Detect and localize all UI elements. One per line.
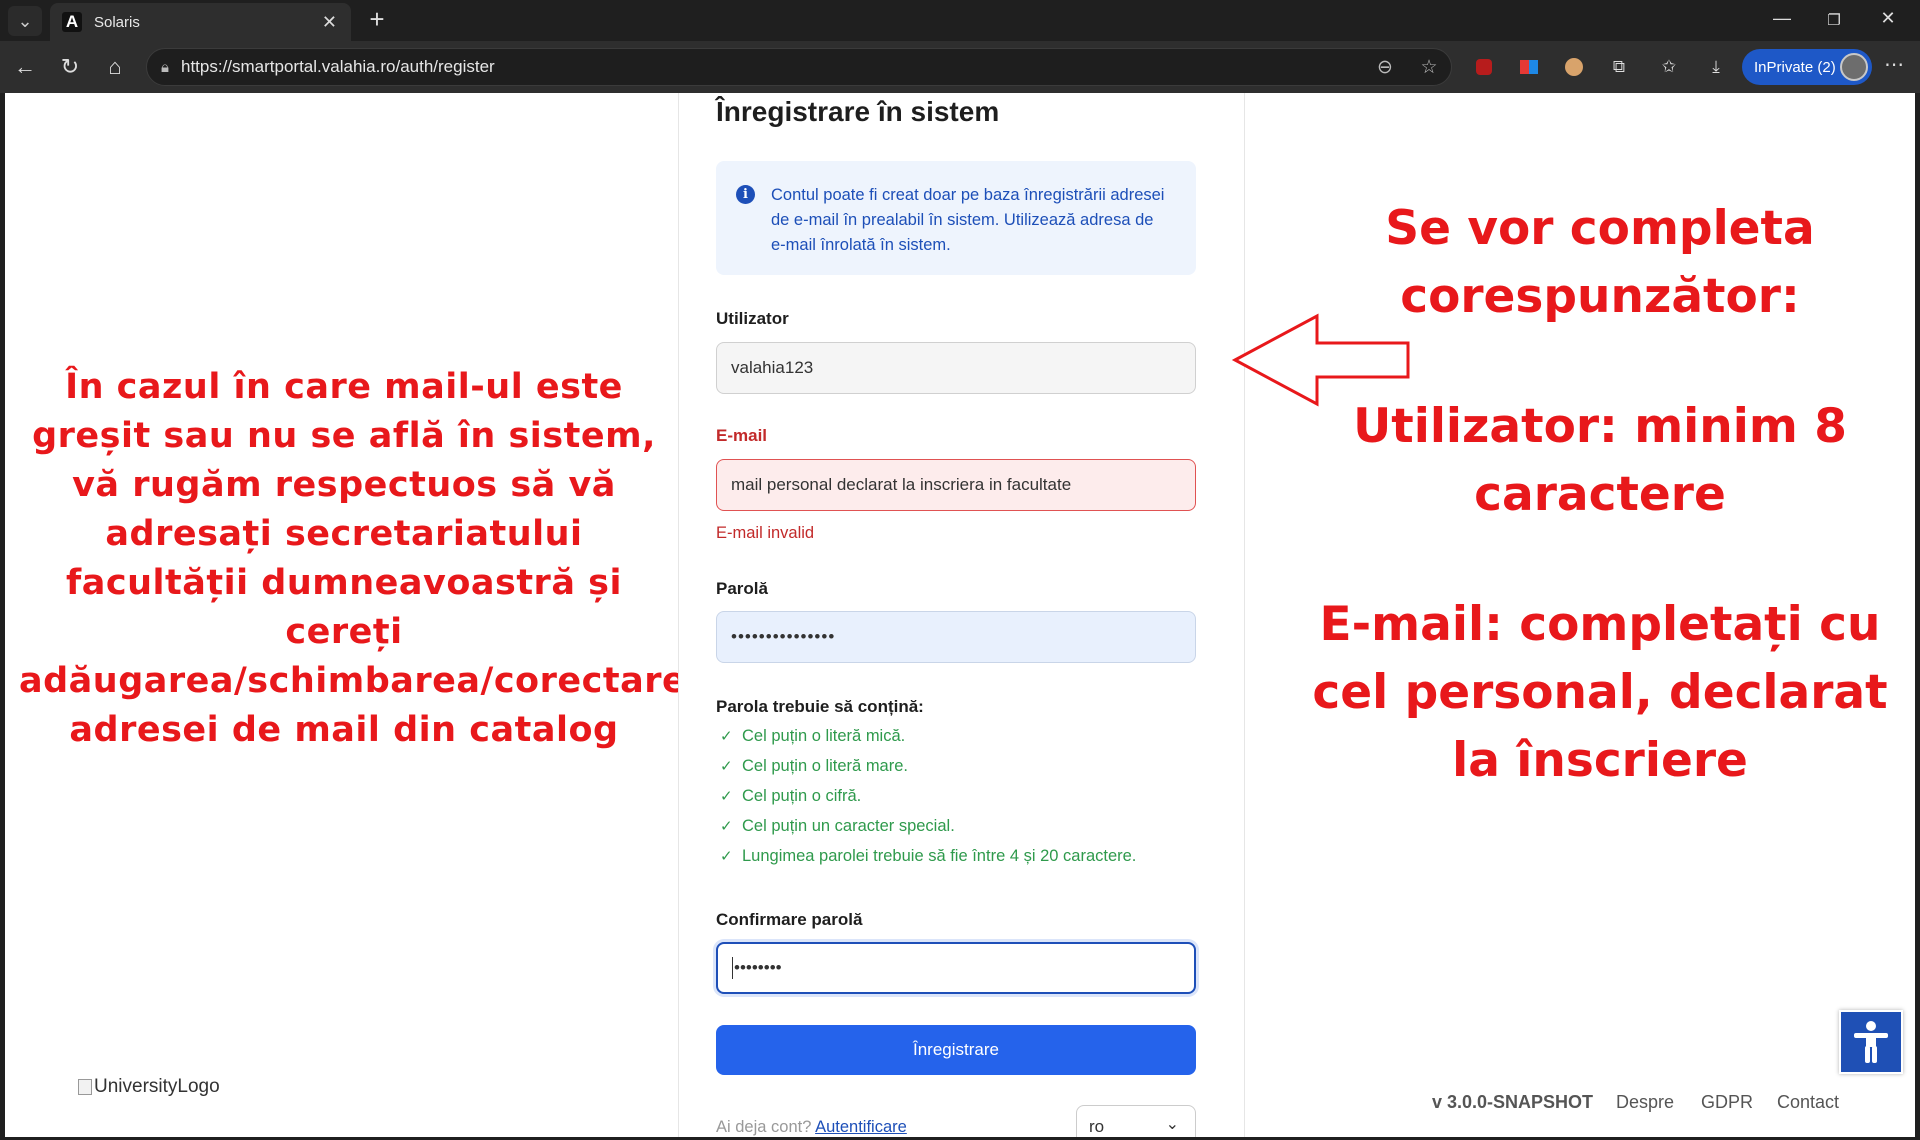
accessibility-button[interactable] (1839, 1010, 1903, 1074)
chevron-down-icon: ⌄ (1165, 1116, 1179, 1133)
university-logo: UniversityLogo (78, 1076, 220, 1098)
username-label: Utilizator (716, 309, 789, 328)
check-icon: ✓ (720, 728, 733, 745)
annotation-right-heading: Se vor completa corespunzător: (1385, 201, 1815, 324)
inprivate-profile-button[interactable]: InPrivate (2) (1742, 49, 1872, 85)
favorite-star-icon[interactable]: ☆ (1407, 56, 1451, 79)
login-link[interactable]: Autentificare (815, 1118, 907, 1136)
language-select[interactable]: ro ⌄ (1076, 1105, 1196, 1137)
address-bar[interactable]: 🔒︎ https://smartportal.valahia.ro/auth/r… (146, 48, 1452, 86)
page-viewport: În cazul în care mail-ul este greșit sau… (5, 93, 1915, 1137)
requirement-item: ✓ Cel puțin o literă mică. (716, 721, 1196, 751)
translate-extension-icon[interactable] (1513, 52, 1545, 82)
confirm-password-label: Confirmare parolă (716, 910, 863, 929)
register-button[interactable]: Înregistrare (716, 1025, 1196, 1075)
site-info-lock-icon[interactable]: 🔒︎ (161, 59, 169, 76)
annotation-spacer (1310, 529, 1890, 591)
tab-title: Solaris (94, 13, 140, 31)
language-value: ro (1089, 1117, 1105, 1136)
new-tab-plus-icon[interactable]: + (360, 4, 394, 35)
accessibility-icon (1854, 1021, 1888, 1063)
requirement-text: Cel puțin o literă mică. (742, 726, 906, 745)
password-requirements-list: ✓ Cel puțin o literă mică. ✓ Cel puțin o l… (716, 721, 1196, 871)
window-close-icon[interactable]: ✕ (1868, 8, 1908, 29)
requirement-text: Cel puțin un caracter special. (742, 816, 955, 835)
profile-avatar (1840, 53, 1868, 81)
check-icon: ✓ (720, 758, 733, 775)
browser-navbar: ← ↻ ⌂ 🔒︎ https://smartportal.valahia.ro/… (0, 41, 1920, 93)
check-icon: ✓ (720, 848, 733, 865)
requirement-item: ✓ Cel puțin o cifră. (716, 781, 1196, 811)
check-icon: ✓ (720, 788, 733, 805)
annotation-right-username: Utilizator: minim 8 caractere (1353, 399, 1847, 522)
tab-close-icon[interactable]: ✕ (322, 12, 337, 33)
inprivate-label: InPrivate (2) (1754, 58, 1836, 76)
requirement-text: Lungimea parolei trebuie să fie între 4 … (742, 846, 1137, 865)
footer-link-about[interactable]: Despre (1616, 1092, 1674, 1113)
home-icon[interactable]: ⌂ (98, 52, 132, 82)
annotation-left: În cazul în care mail-ul este greșit sau… (19, 367, 711, 750)
login-prompt: Ai deja cont? Autentificare (716, 1118, 907, 1137)
window-restore-icon[interactable]: ❐ (1814, 11, 1854, 29)
password-requirements-title: Parola trebuie să conțină: (716, 697, 924, 716)
browser-tabbar: ⌄ A Solaris ✕ + — ❐ ✕ (0, 0, 1920, 41)
register-panel: Înregistrare în sistem i Contul poate fi… (678, 93, 1245, 1137)
confirm-password-input[interactable]: •••••••• (716, 942, 1196, 994)
annotation-spacer (1310, 331, 1890, 393)
annotation-right-email: E-mail: completați cu cel personal, decl… (1312, 597, 1888, 788)
tab-actions-chevron-icon[interactable]: ⌄ (8, 6, 42, 36)
university-logo-alt: UniversityLogo (94, 1076, 220, 1097)
reload-icon[interactable]: ↻ (53, 52, 87, 82)
url-text[interactable]: https://smartportal.valahia.ro/auth/regi… (181, 57, 1363, 77)
footer-link-contact[interactable]: Contact (1777, 1092, 1839, 1113)
check-icon: ✓ (720, 818, 733, 835)
password-input[interactable]: ••••••••••••••• (716, 611, 1196, 663)
ublock-extension-icon[interactable] (1468, 52, 1500, 82)
info-icon: i (736, 185, 755, 204)
requirement-item: ✓ Lungimea parolei trebuie să fie între 4… (716, 841, 1196, 871)
have-account-text: Ai deja cont? (716, 1118, 812, 1136)
broken-image-icon (78, 1079, 92, 1095)
annotation-right: Se vor completa corespunzător: Utilizato… (1310, 195, 1890, 795)
confirm-password-value: •••••••• (734, 958, 782, 977)
favorites-icon[interactable]: ✩ (1653, 52, 1685, 82)
window-minimize-icon[interactable]: — (1762, 8, 1802, 29)
footer-link-gdpr[interactable]: GDPR (1701, 1092, 1753, 1113)
email-label: E-mail (716, 426, 768, 445)
email-input[interactable]: mail personal declarat la inscriera in f… (716, 459, 1196, 511)
extension-face-icon[interactable] (1558, 52, 1590, 82)
requirement-item: ✓ Cel puțin un caracter special. (716, 811, 1196, 841)
info-text: Contul poate fi creat doar pe baza înreg… (771, 186, 1165, 254)
browser-tab-active[interactable]: A Solaris ✕ (50, 3, 351, 41)
username-input[interactable]: valahia123 (716, 342, 1196, 394)
downloads-icon[interactable]: ⤓ (1700, 52, 1732, 82)
more-menu-icon[interactable]: ⋯ (1884, 52, 1904, 77)
page-title: Înregistrare în sistem (716, 96, 1000, 127)
requirement-text: Cel puțin o literă mare. (742, 756, 908, 775)
text-caret (732, 957, 733, 979)
app-version: v 3.0.0-SNAPSHOT (1432, 1092, 1594, 1112)
extensions-puzzle-icon[interactable]: ⧉ (1603, 52, 1635, 82)
info-alert: i Contul poate fi creat doar pe baza înr… (716, 161, 1196, 275)
password-label: Parolă (716, 579, 768, 598)
email-error: E-mail invalid (716, 524, 815, 542)
back-arrow-icon[interactable]: ← (8, 52, 42, 82)
requirement-text: Cel puțin o cifră. (742, 786, 862, 805)
tab-favicon-icon: A (62, 12, 82, 32)
reading-mode-icon[interactable]: ⊖ (1363, 56, 1407, 79)
requirement-item: ✓ Cel puțin o literă mare. (716, 751, 1196, 781)
